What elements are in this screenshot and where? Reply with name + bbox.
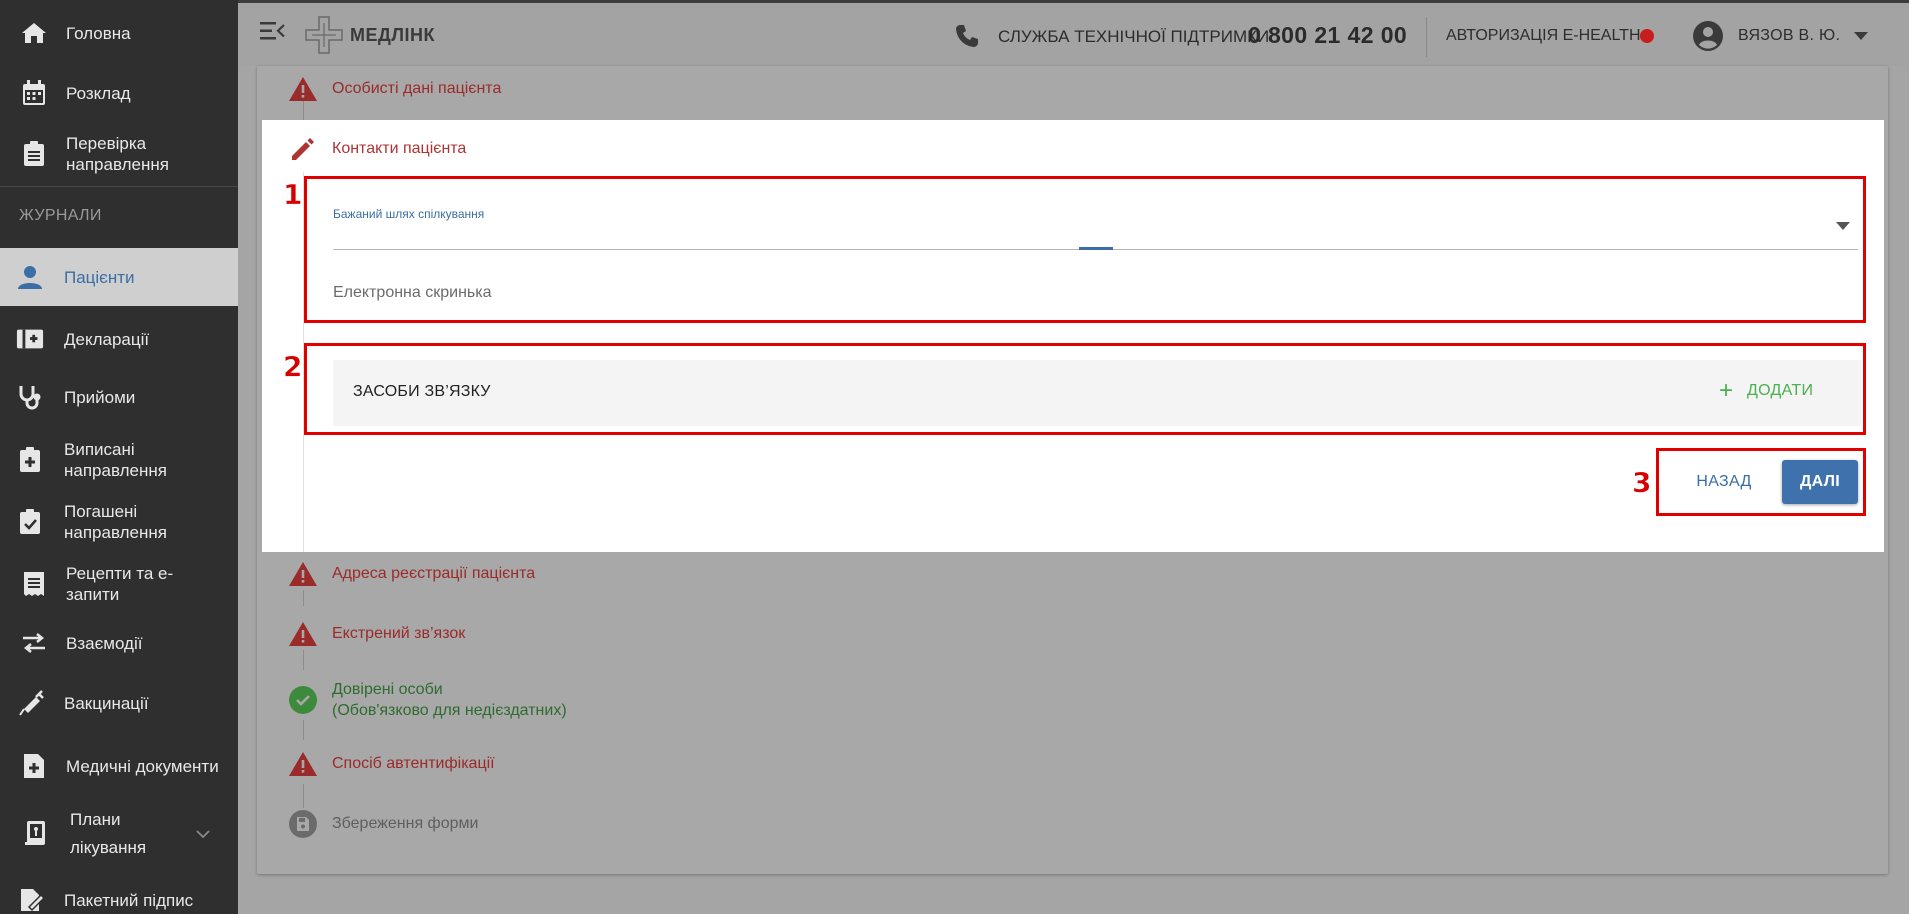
sidebar-item-label: Пацієнти <box>64 267 135 287</box>
sidebar-item-label: Перевірка направлення <box>66 134 169 174</box>
step-trusted-persons[interactable]: Довірені особи (Обов'язково для недієзда… <box>286 681 567 719</box>
calendar-icon <box>20 79 48 107</box>
sidebar-item-vaccinations[interactable]: Вакцинації <box>0 680 238 726</box>
sidebar-item-label: Головна <box>66 23 131 43</box>
stepper-connector <box>303 590 304 606</box>
sidebar-divider <box>0 186 238 187</box>
ehealth-status-indicator <box>1640 29 1654 43</box>
sidebar-item-patients[interactable]: Пацієнти <box>0 248 238 306</box>
step-authentication-method[interactable]: Спосіб автентифікації <box>286 747 495 781</box>
account-circle-icon[interactable] <box>1692 20 1724 52</box>
step-label: Довірені особи <box>332 681 443 698</box>
sidebar-item-home[interactable]: Головна <box>0 10 238 56</box>
topbar: МЕДЛІНК СЛУЖБА ТЕХНІЧНОЇ ПІДТРИМКИ 0 800… <box>238 0 1909 66</box>
annotation-number: 1 <box>283 178 303 212</box>
clipboard-check-icon <box>16 508 44 536</box>
support-label: СЛУЖБА ТЕХНІЧНОЇ ПІДТРИМКИ <box>998 27 1270 46</box>
medical-folder-icon <box>16 325 44 353</box>
stethoscope-icon <box>16 383 44 411</box>
sidebar-item-prescriptions[interactable]: Рецепти та е-запити <box>0 556 238 612</box>
person-icon <box>16 263 44 291</box>
step-personal-data[interactable]: Особисті дані пацієнта <box>286 72 501 106</box>
sidebar-item-interactions[interactable]: Взаємодії <box>0 620 238 666</box>
warning-icon <box>286 557 320 591</box>
medlink-logo-icon <box>304 15 344 55</box>
warning-icon <box>286 747 320 781</box>
chevron-down-icon[interactable] <box>196 827 210 841</box>
topbar-divider <box>1426 17 1427 57</box>
stepper-connector <box>303 650 304 670</box>
stepper-connector <box>303 784 304 808</box>
annotation-box-2 <box>304 343 1866 435</box>
sidebar-item-label: Пакетний підпис <box>64 890 194 910</box>
sidebar-item-appointments[interactable]: Прийоми <box>0 374 238 420</box>
annotation-box-1 <box>304 176 1866 323</box>
support-phone[interactable]: 0 800 21 42 00 <box>1248 22 1407 49</box>
check-circle-icon <box>286 683 320 717</box>
swap-arrows-icon <box>20 629 48 657</box>
syringe-icon <box>18 689 46 717</box>
sidebar-item-label: Погашені направлення <box>64 502 167 542</box>
step-sublabel: (Обов'язково для недієздатних) <box>332 702 567 719</box>
phone-icon <box>954 23 980 49</box>
sidebar-item-schedule[interactable]: Розклад <box>0 70 238 116</box>
treatment-plan-icon <box>22 820 50 848</box>
sidebar-item-label: Взаємодії <box>66 633 143 653</box>
sidebar-item-label: Плани лікування <box>70 810 147 857</box>
brand-name: МЕДЛІНК <box>350 25 435 45</box>
stepper-connector <box>303 720 304 740</box>
step-label: Контакти пацієнта <box>332 140 467 157</box>
pencil-icon <box>288 136 318 166</box>
ehealth-auth-label[interactable]: АВТОРИЗАЦІЯ E-HEALTH <box>1446 27 1641 45</box>
annotation-box-3 <box>1656 448 1866 516</box>
warning-icon <box>286 617 320 651</box>
sidebar-item-label: Прийоми <box>64 387 136 407</box>
step-save-form[interactable]: Збереження форми <box>286 807 478 841</box>
sidebar-item-label: Розклад <box>66 83 131 103</box>
save-icon <box>286 807 320 841</box>
sidebar-item-label: Виписані направлення <box>64 440 167 480</box>
sidebar: Головна Розклад Перевірка направлення ЖУ… <box>0 0 238 914</box>
user-menu-caret-icon[interactable] <box>1854 32 1868 40</box>
sidebar-item-label: Декларації <box>64 329 150 349</box>
home-icon <box>20 19 48 47</box>
sidebar-item-batch-signature[interactable]: Пакетний підпис <box>0 880 238 914</box>
step-label: Спосіб автентифікації <box>332 755 495 772</box>
sidebar-item-label: Вакцинації <box>64 693 149 713</box>
medical-document-icon <box>20 752 48 780</box>
sidebar-item-redeemed-referrals[interactable]: Погашені направлення <box>0 494 238 550</box>
sidebar-item-label: Рецепти та е-запити <box>66 564 174 604</box>
sidebar-item-issued-referrals[interactable]: Виписані направлення <box>0 432 238 488</box>
clipboard-plus-icon <box>16 446 44 474</box>
sidebar-item-label: Медичні документи <box>66 756 219 776</box>
step-registration-address[interactable]: Адреса реєстрації пацієнта <box>286 557 535 591</box>
sidebar-item-check-referral[interactable]: Перевірка направлення <box>0 126 238 182</box>
step-label: Адреса реєстрації пацієнта <box>332 565 536 582</box>
sidebar-item-treatment-plans[interactable]: Плани лікування <box>0 804 238 864</box>
annotation-number: 2 <box>283 350 303 384</box>
sidebar-item-medical-documents[interactable]: Медичні документи <box>0 738 238 794</box>
warning-icon <box>286 72 320 106</box>
receipt-icon <box>20 570 48 598</box>
step-label: Екстрений зв’язок <box>332 625 466 642</box>
signature-icon <box>18 886 46 914</box>
menu-collapse-icon[interactable] <box>260 19 286 43</box>
user-name[interactable]: ВЯЗОВ В. Ю. <box>1738 27 1840 45</box>
annotation-number: 3 <box>1632 466 1652 500</box>
clipboard-list-icon <box>20 140 48 168</box>
step-label: Збереження форми <box>332 815 479 832</box>
step-label: Особисті дані пацієнта <box>332 80 502 97</box>
step-emergency-contact[interactable]: Екстрений зв’язок <box>286 617 465 651</box>
sidebar-item-declarations[interactable]: Декларації <box>0 316 238 362</box>
sidebar-section-label: ЖУРНАЛИ <box>19 207 102 224</box>
